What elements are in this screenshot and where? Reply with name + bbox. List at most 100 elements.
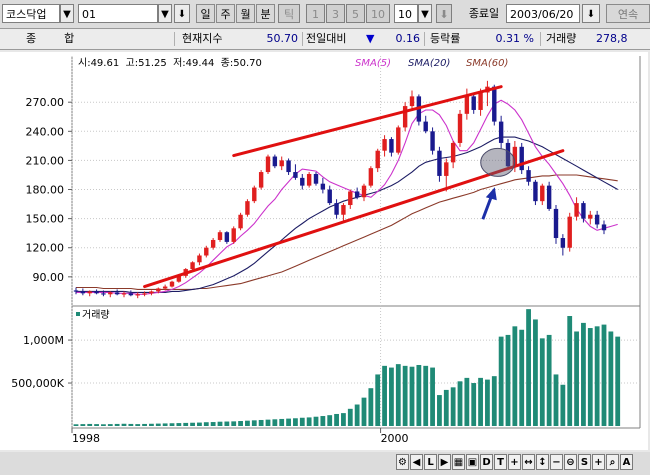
candle-body	[80, 291, 86, 294]
line-tool-icon[interactable]: L	[424, 454, 437, 470]
candle-body	[471, 96, 476, 110]
candle-body	[306, 173, 312, 186]
volume-bar	[107, 424, 113, 426]
volume-tick-label: 500,000K	[11, 377, 64, 390]
chart-settings-icon[interactable]: ⚙	[396, 454, 409, 470]
volume-bar	[101, 424, 106, 426]
candle-body	[560, 238, 566, 248]
candle-body	[402, 106, 408, 128]
candle-body	[108, 292, 113, 295]
candle-body	[197, 255, 202, 263]
candle-body	[457, 113, 463, 143]
volume-bar	[224, 421, 230, 426]
zoom-in-icon[interactable]: ⊖	[564, 454, 577, 470]
volume-bar	[437, 395, 442, 426]
volume-bar	[87, 423, 93, 426]
breakout-circle	[480, 147, 516, 177]
candle-body	[121, 293, 127, 295]
volume-bar	[430, 367, 435, 426]
volume-tick-label: 1,000M	[23, 334, 64, 347]
candle-body	[73, 290, 79, 292]
volume-bar	[368, 388, 374, 426]
candle-body	[231, 228, 236, 242]
candle-body	[450, 142, 456, 163]
candle-body	[252, 187, 257, 202]
auto-scale-icon[interactable]: A	[620, 454, 633, 470]
price-legend-ohlc: 시:49.61 고:51.25 저:49.44 종:50.70	[78, 57, 262, 69]
candle-body	[341, 205, 346, 215]
crosshair-icon[interactable]: +	[508, 454, 521, 470]
volume-bar	[279, 418, 285, 426]
volume-bar	[73, 424, 79, 426]
price-tick-label: 150.00	[26, 213, 65, 226]
volume-bar	[423, 365, 429, 426]
scroll-left-icon[interactable]: ◀	[410, 454, 423, 470]
volume-bar	[258, 419, 264, 426]
scroll-right-icon[interactable]: ▶	[438, 454, 451, 470]
candle-body	[217, 232, 223, 240]
volume-bar	[389, 367, 394, 426]
candle-body	[114, 292, 120, 295]
candle-body	[279, 160, 284, 167]
candle-body	[245, 201, 250, 215]
candle-body	[519, 146, 524, 171]
indicator-tool-icon[interactable]: ▣	[466, 454, 479, 470]
volume-bar	[203, 422, 209, 426]
volume-bar	[162, 423, 168, 426]
volume-bar	[471, 383, 477, 426]
volume-bar	[361, 397, 367, 426]
sma5-legend: SMA(5)	[355, 58, 391, 69]
volume-bar	[217, 421, 223, 426]
chart-canvas[interactable]: 270.00 240.00 210.00 180.00 150.00 120.00 90.0…	[0, 0, 650, 475]
volume-bar	[491, 376, 497, 426]
candle-body	[526, 170, 531, 182]
volume-bar	[128, 423, 134, 426]
volume-bar	[553, 374, 559, 426]
volume-bar	[286, 418, 291, 426]
vertical-resize-icon[interactable]: ↕	[536, 454, 549, 470]
volume-bar	[402, 365, 408, 426]
zoom-out-icon[interactable]: −	[550, 454, 563, 470]
volume-bar	[190, 422, 195, 426]
volume-bar	[560, 384, 566, 426]
volume-bar	[581, 322, 586, 426]
volume-bar	[245, 420, 250, 426]
candle-body	[101, 293, 106, 295]
text-tool-icon[interactable]: T	[494, 454, 507, 470]
volume-bar	[539, 338, 545, 426]
data-tool-icon[interactable]: D	[480, 454, 493, 470]
add-indicator-icon[interactable]: +	[592, 454, 605, 470]
volume-bar	[197, 422, 202, 426]
candle-body	[334, 203, 339, 215]
candle-body	[533, 181, 538, 202]
volume-bar	[313, 416, 319, 426]
volume-bar	[464, 377, 470, 426]
volume-bar	[519, 329, 525, 426]
candle-body	[149, 291, 154, 294]
horizontal-resize-icon[interactable]: ↔	[522, 454, 535, 470]
volume-bar	[354, 404, 360, 426]
volume-bar	[546, 334, 552, 426]
volume-bar	[526, 309, 531, 426]
volume-bar	[574, 331, 579, 426]
magnify-icon[interactable]: ⌕	[606, 454, 619, 470]
chart-controls: ⚙ ◀ L ▶ ▦ ▣ D T + ↔ ↕ − ⊖ S + ⌕ A	[0, 452, 650, 475]
volume-bar	[375, 374, 381, 426]
grid-toggle-icon[interactable]: ▦	[452, 454, 465, 470]
volume-bar	[299, 417, 305, 426]
price-tick-label: 90.00	[33, 271, 65, 284]
candle-body	[437, 150, 442, 176]
save-icon[interactable]: S	[578, 454, 591, 470]
candle-body	[204, 247, 209, 256]
candle-body	[162, 286, 168, 289]
candle-body	[464, 96, 470, 114]
sma20-legend: SMA(20)	[408, 58, 450, 69]
volume-bar	[334, 413, 339, 426]
candle-body	[478, 92, 483, 110]
candle-body	[327, 189, 332, 204]
volume-bar	[183, 422, 189, 426]
volume-bar	[169, 423, 175, 426]
volume-legend: 거래량	[82, 309, 110, 321]
candle-body	[128, 293, 134, 296]
volume-bar	[176, 423, 182, 426]
